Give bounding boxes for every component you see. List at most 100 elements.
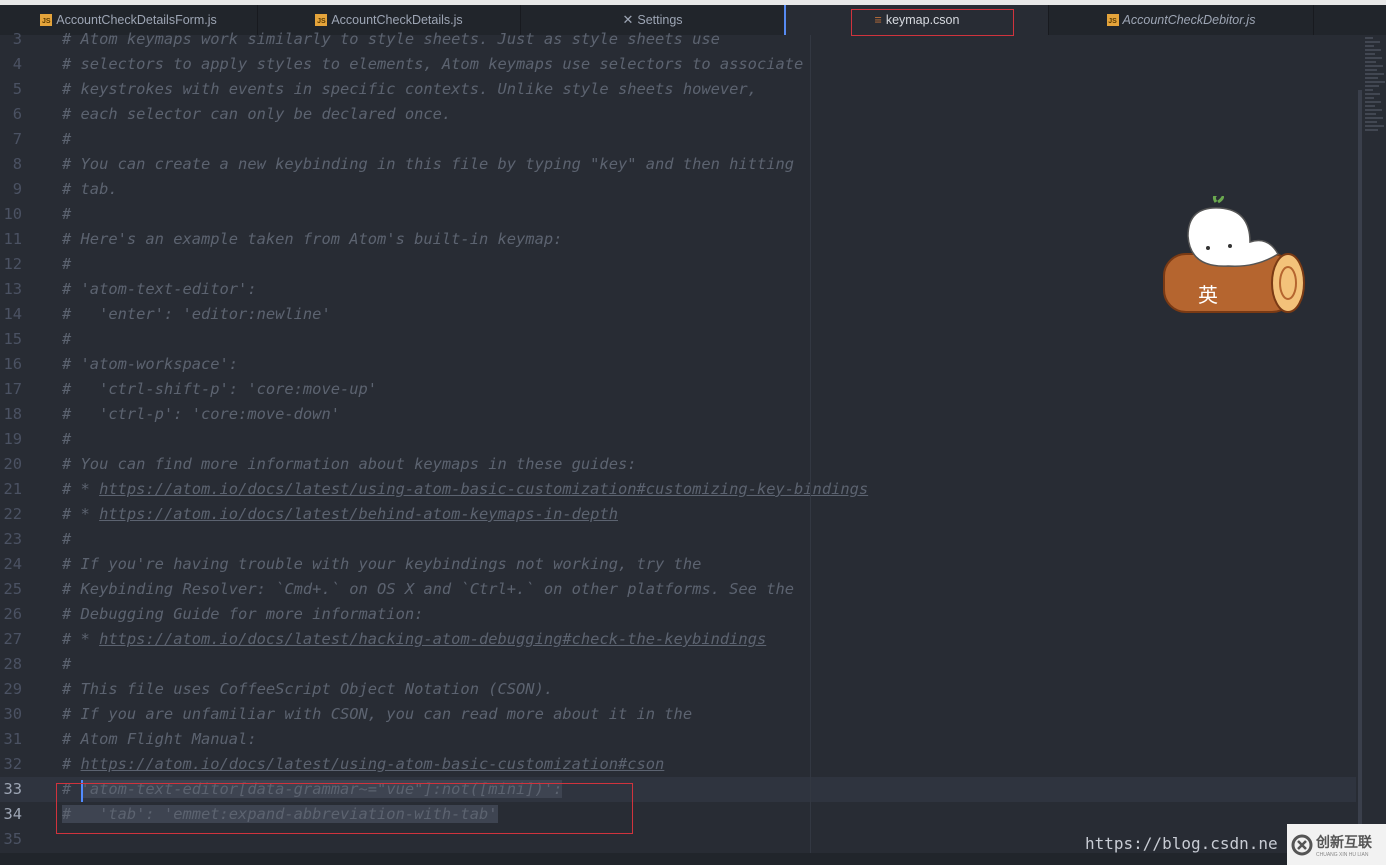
line-number: 27 xyxy=(3,630,22,648)
code-line: 11 # Here's an example taken from Atom's … xyxy=(0,227,1356,252)
minimap-line xyxy=(1365,97,1374,99)
code-text: # each selector can only be declared onc… xyxy=(62,102,451,127)
code-line: 25 # Keybinding Resolver: `Cmd+.` on OS X… xyxy=(0,577,1356,602)
code-text: # You can create a new keybinding in thi… xyxy=(62,152,794,177)
minimap-line xyxy=(1365,109,1382,111)
minimap-line xyxy=(1365,65,1383,67)
line-number: 29 xyxy=(3,680,22,698)
comment-text: # xyxy=(62,430,72,448)
code-line: 22 # * https://atom.io/docs/latest/behind… xyxy=(0,502,1356,527)
comment-text: # 'ctrl-p': 'core:move-down' xyxy=(62,405,340,423)
comment-text: # Debugging Guide for more information: xyxy=(62,605,424,623)
code-line: 6 # each selector can only be declared on… xyxy=(0,102,1356,127)
line-number: 19 xyxy=(3,430,22,448)
wrap-guide xyxy=(810,35,811,853)
comment-text: # xyxy=(62,330,72,348)
code-text: # xyxy=(62,127,71,152)
comment-text: # 'ctrl-shift-p': 'core:move-up' xyxy=(62,380,378,398)
code-text: # https://atom.io/docs/latest/using-atom… xyxy=(62,752,664,777)
doc-link[interactable]: https://atom.io/docs/latest/using-atom-b… xyxy=(99,480,868,498)
code-text: # xyxy=(62,527,71,552)
code-line: 10 # xyxy=(0,202,1356,227)
code-line: 3 # Atom keymaps work similarly to style … xyxy=(0,27,1356,52)
vertical-scrollbar[interactable] xyxy=(1358,90,1362,850)
comment-text: # xyxy=(62,530,72,548)
comment-prefix: # * xyxy=(62,505,100,523)
code-line: 17 # 'ctrl-shift-p': 'core:move-up' xyxy=(0,377,1356,402)
line-number: 12 xyxy=(3,255,22,273)
minimap-line xyxy=(1365,89,1373,91)
line-number: 26 xyxy=(3,605,22,623)
line-number: 9 xyxy=(12,180,22,198)
comment-text: # 'atom-workspace': xyxy=(62,355,239,373)
comment-text: # If you are unfamiliar with CSON, you c… xyxy=(62,705,693,723)
logo-icon xyxy=(1291,834,1313,855)
code-line: 30 # If you are unfamiliar with CSON, you… xyxy=(0,702,1356,727)
minimap-line xyxy=(1365,41,1380,43)
line-number: 17 xyxy=(3,380,22,398)
code-line: 9 # tab. xyxy=(0,177,1356,202)
code-text: # Keybinding Resolver: `Cmd+.` on OS X a… xyxy=(62,577,794,602)
comment-prefix: # * xyxy=(62,630,100,648)
line-number: 4 xyxy=(12,55,22,73)
code-line: 29 # This file uses CoffeeScript Object N… xyxy=(0,677,1356,702)
minimap-line xyxy=(1365,57,1382,59)
code-text: # keystrokes with events in specific con… xyxy=(62,77,757,102)
line-number: 13 xyxy=(3,280,22,298)
line-number: 35 xyxy=(3,830,22,848)
comment-text: # each selector can only be declared onc… xyxy=(62,105,452,123)
code-text: # You can find more information about ke… xyxy=(62,452,637,477)
tab-label: Settings xyxy=(637,13,683,27)
code-line: 32 # https://atom.io/docs/latest/using-at… xyxy=(0,752,1356,777)
comment-text: # This file uses CoffeeScript Object Not… xyxy=(62,680,554,698)
line-number: 7 xyxy=(12,130,22,148)
minimap[interactable] xyxy=(1365,35,1386,145)
code-text: # Atom Flight Manual: xyxy=(62,727,257,752)
comment-prefix: # * xyxy=(62,480,100,498)
minimap-line xyxy=(1365,61,1376,63)
doc-link[interactable]: https://atom.io/docs/latest/using-atom-b… xyxy=(81,755,665,773)
code-editor[interactable]: 3 # Atom keymaps work similarly to style … xyxy=(0,30,1360,853)
line-number: 3 xyxy=(12,30,22,48)
selection-highlight-box xyxy=(56,783,633,834)
code-line: 18 # 'ctrl-p': 'core:move-down' xyxy=(0,402,1356,427)
minimap-line xyxy=(1365,77,1378,79)
minimap-line xyxy=(1365,101,1381,103)
line-number: 28 xyxy=(3,655,22,673)
code-text: # Here's an example taken from Atom's bu… xyxy=(62,227,562,252)
code-text: # Atom keymaps work similarly to style s… xyxy=(62,27,720,52)
code-text: # * https://atom.io/docs/latest/using-at… xyxy=(62,477,868,502)
status-bar xyxy=(0,853,1386,865)
watermark-logo: 创新互联 CHUANG XIN HU LIAN xyxy=(1287,824,1386,865)
code-line: 28 # xyxy=(0,652,1356,677)
tools-icon: ✕ xyxy=(622,12,634,27)
js-file-icon: JS xyxy=(40,14,53,26)
line-number: 21 xyxy=(3,480,22,498)
minimap-line xyxy=(1365,121,1377,123)
minimap-line xyxy=(1365,37,1373,39)
minimap-line xyxy=(1365,69,1377,71)
code-line: 20 # You can find more information about … xyxy=(0,452,1356,477)
line-number: 16 xyxy=(3,355,22,373)
logo-subtext: CHUANG XIN HU LIAN xyxy=(1316,851,1369,858)
code-text: # tab. xyxy=(62,177,118,202)
code-line: 8 # You can create a new keybinding in th… xyxy=(0,152,1356,177)
line-number: 23 xyxy=(3,530,22,548)
code-text: # 'enter': 'editor:newline' xyxy=(62,302,331,327)
minimap-line xyxy=(1365,85,1379,87)
doc-link[interactable]: https://atom.io/docs/latest/behind-atom-… xyxy=(99,505,618,523)
minimap-line xyxy=(1365,113,1376,115)
minimap-line xyxy=(1365,45,1374,47)
doc-link[interactable]: https://atom.io/docs/latest/hacking-atom… xyxy=(99,630,766,648)
comment-text: # 'enter': 'editor:newline' xyxy=(62,305,331,323)
line-number: 33 xyxy=(3,780,22,798)
code-line: 15 # xyxy=(0,327,1356,352)
tab-label: AccountCheckDetails.js xyxy=(331,13,463,27)
code-line: 26 # Debugging Guide for more information… xyxy=(0,602,1356,627)
code-text: # If you are unfamiliar with CSON, you c… xyxy=(62,702,692,727)
code-text: # xyxy=(62,327,71,352)
line-number: 22 xyxy=(3,505,22,523)
comment-text: # xyxy=(62,655,72,673)
code-line: 21 # * https://atom.io/docs/latest/using-… xyxy=(0,477,1356,502)
line-number: 34 xyxy=(3,805,22,823)
